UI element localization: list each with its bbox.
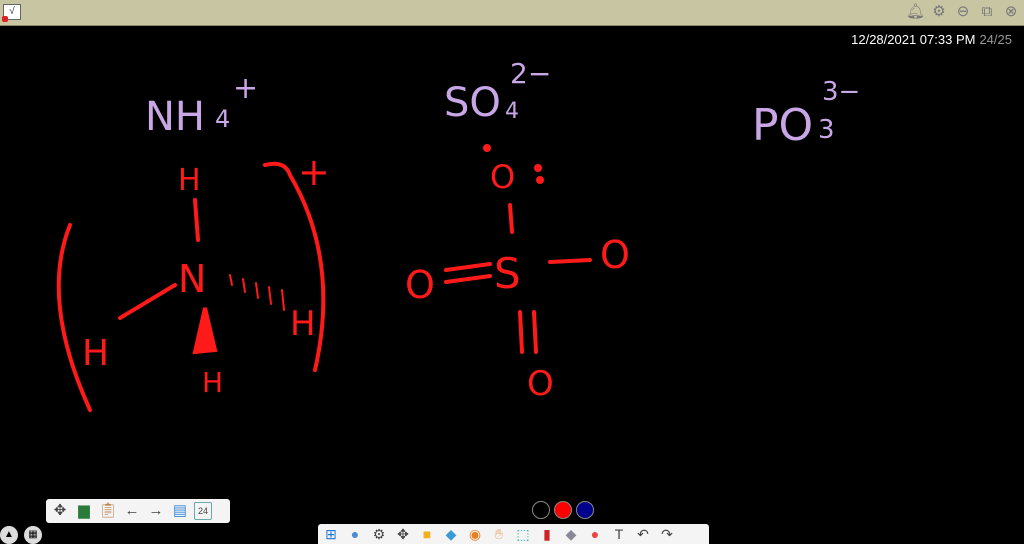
box-icon[interactable]: ◆ [441,524,461,544]
svg-text:S: S [494,249,521,298]
page-navigation-toolbar: ✥ ▆ 📋︎ ← → ▤ 24 [46,499,230,523]
svg-text:3: 3 [818,115,835,145]
windows-icon[interactable]: ⊞ [321,524,341,544]
drawing-toolbar: ⊞ ● ⚙ ✥ ■ ◆ ◉ ✋︎ ⬚ ▮ ◆ ● T ↶ ↷ [318,524,709,544]
svg-text:+: + [233,71,258,106]
calculator-icon[interactable]: ▦ [24,526,42,544]
settings-icon[interactable]: ⚙ [369,524,389,544]
color-black[interactable] [532,501,550,519]
page-number-button[interactable]: 24 [194,502,212,520]
move-icon[interactable]: ✥ [50,501,70,521]
undo-icon[interactable]: ↶ [633,524,653,544]
text-icon[interactable]: T [609,524,629,544]
color-blue[interactable] [576,501,594,519]
board-icon[interactable]: ▆ [74,501,94,521]
svg-text:O: O [600,233,630,277]
clipboard-icon[interactable]: 📋︎ [98,501,118,521]
svg-text:N: N [178,257,206,301]
redo-icon[interactable]: ↷ [657,524,677,544]
po3-label: PO 3 3− [752,77,860,151]
svg-text:4: 4 [505,99,519,124]
eraser-icon[interactable]: ◆ [561,524,581,544]
svg-text:O: O [527,364,554,404]
browser-icon[interactable]: ◉ [465,524,485,544]
svg-text:NH: NH [145,94,205,140]
svg-text:H: H [82,333,109,374]
svg-text:4: 4 [215,105,230,133]
nh4-label: NH 4 + [145,71,258,140]
hand-icon[interactable]: ✋︎ [489,524,509,544]
color-palette [532,501,594,519]
nh4-structure: H N H H H + [56,150,330,412]
image-icon[interactable]: ▲ [0,526,18,544]
next-page-icon[interactable]: → [146,501,166,521]
add-page-icon[interactable]: ▤ [170,501,190,521]
svg-text:O: O [405,263,435,307]
svg-text:3−: 3− [822,77,860,107]
svg-text:SO: SO [444,80,501,126]
color-red[interactable] [554,501,572,519]
marker-icon[interactable]: ▮ [537,524,557,544]
previous-page-icon[interactable]: ← [122,501,142,521]
select-icon[interactable]: ⬚ [513,524,533,544]
so4-label: SO 4 2− [444,57,551,126]
whiteboard-canvas[interactable]: NH 4 + SO 4 2− PO 3 3− H N H H H + O S O… [0,0,1024,544]
svg-text:O: O [490,158,515,196]
people-icon[interactable]: ● [345,524,365,544]
svg-text:+: + [298,150,330,194]
svg-text:PO: PO [752,100,813,151]
so4-structure: O S O O O [405,144,630,404]
svg-text:H: H [290,304,316,344]
move-icon[interactable]: ✥ [393,524,413,544]
folder-icon[interactable]: ■ [417,524,437,544]
svg-text:H: H [202,366,223,399]
svg-text:H: H [178,163,201,198]
svg-text:2−: 2− [510,57,551,90]
shape-icon[interactable]: ● [585,524,605,544]
